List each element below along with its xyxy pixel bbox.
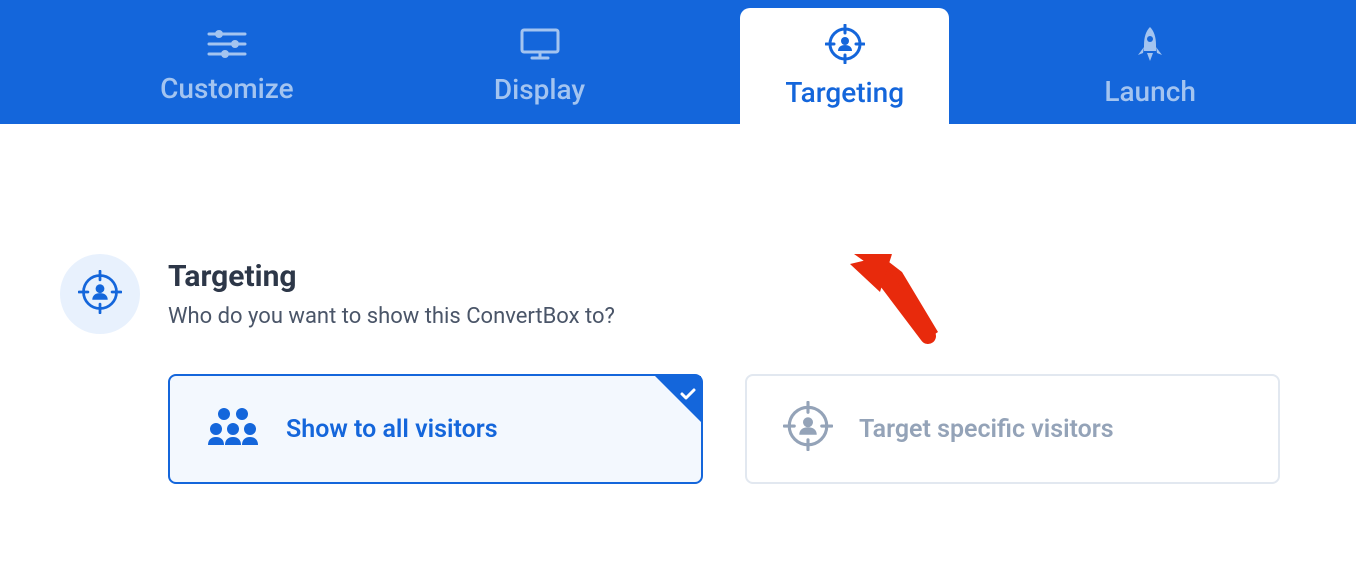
tab-display[interactable]: Display <box>449 8 630 124</box>
users-group-icon <box>206 405 260 454</box>
option-label: Show to all visitors <box>286 415 498 444</box>
tab-label: Display <box>494 73 585 106</box>
tab-targeting[interactable]: Targeting <box>740 8 949 124</box>
section-text: Targeting Who do you want to show this C… <box>168 259 615 329</box>
section-subtitle: Who do you want to show this ConvertBox … <box>168 304 615 329</box>
tab-customize[interactable]: Customize <box>115 8 339 124</box>
tab-label: Customize <box>160 72 294 105</box>
option-all-visitors[interactable]: Show to all visitors <box>168 374 703 484</box>
monitor-icon <box>519 27 561 61</box>
sliders-icon <box>205 28 249 60</box>
tab-label: Launch <box>1104 75 1196 108</box>
target-icon <box>783 401 833 458</box>
rocket-icon <box>1132 25 1168 63</box>
section-icon-container <box>60 254 140 334</box>
target-icon <box>78 270 122 318</box>
targeting-options: Show to all visitors Target specific vis… <box>60 374 1296 484</box>
section-header: Targeting Who do you want to show this C… <box>60 254 1296 334</box>
top-navigation: Customize Display Targeting <box>0 0 1356 124</box>
section-title: Targeting <box>168 259 615 294</box>
check-icon <box>679 381 697 410</box>
option-specific-visitors[interactable]: Target specific visitors <box>745 374 1280 484</box>
tab-label: Targeting <box>785 76 904 109</box>
main-content: Targeting Who do you want to show this C… <box>0 124 1356 484</box>
option-label: Target specific visitors <box>859 415 1114 444</box>
tab-launch[interactable]: Launch <box>1059 8 1241 124</box>
target-icon <box>825 24 865 64</box>
